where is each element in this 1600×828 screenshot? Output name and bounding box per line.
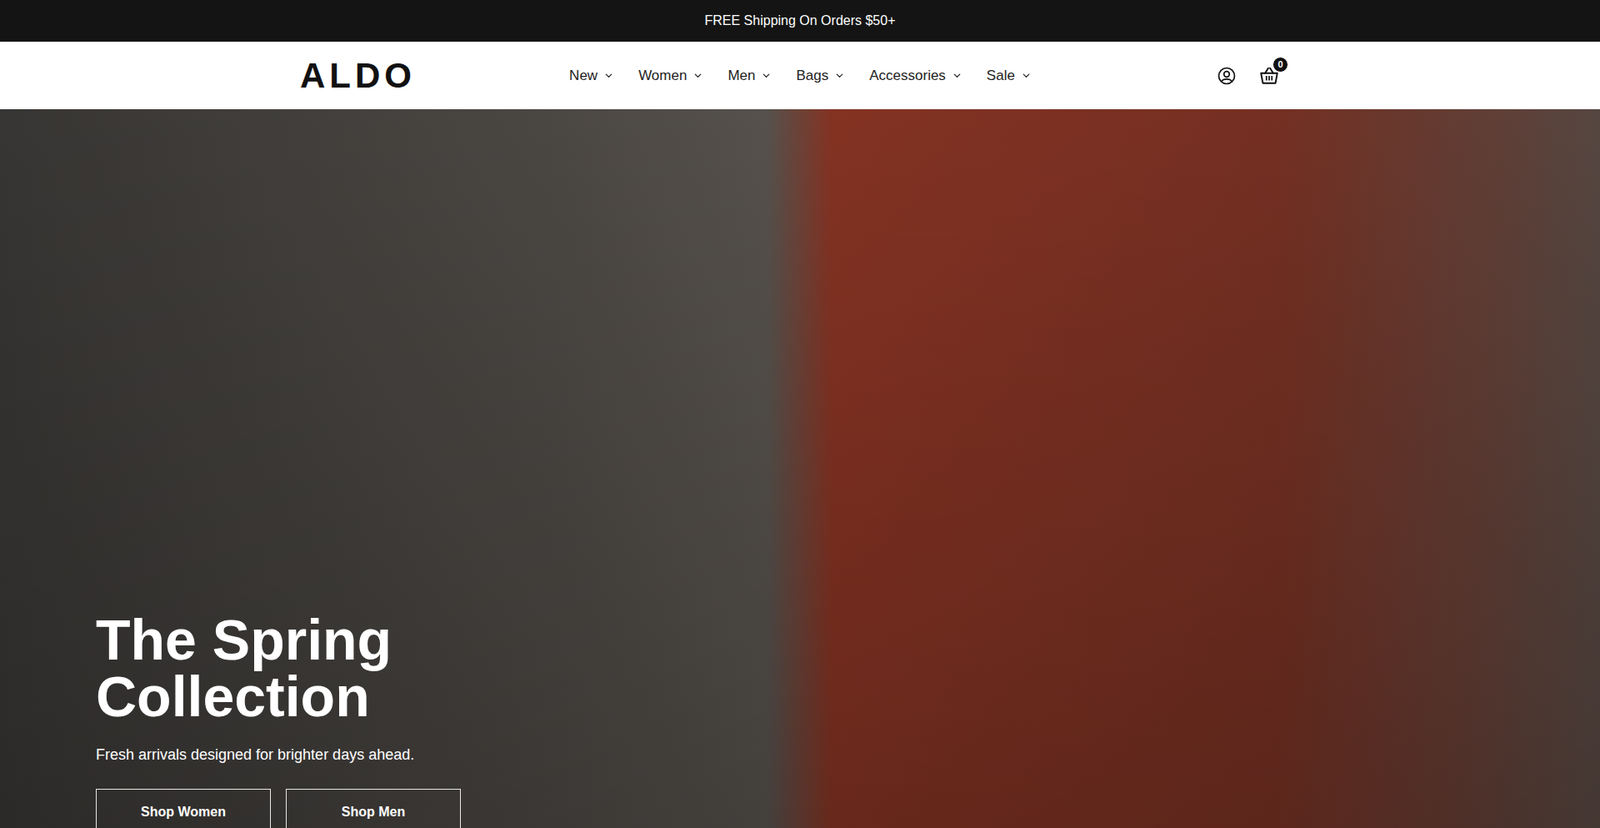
hero-buttons: Shop Women Shop Men — [95, 788, 1600, 828]
cart-button[interactable]: 0 — [1258, 65, 1280, 87]
account-icon[interactable] — [1216, 65, 1237, 86]
chevron-down-icon — [761, 70, 771, 80]
page: FREE Shipping On Orders $50+ ALDONew Women… — [0, 0, 1600, 828]
hero-banner: The Spring Collection Fresh arrivals desi… — [0, 109, 1600, 828]
chevron-down-icon — [952, 70, 962, 80]
nav-item[interactable]: Men — [727, 67, 771, 85]
nav-item[interactable]: Sale — [986, 67, 1031, 85]
nav-item[interactable]: Accessories — [869, 67, 962, 85]
site-header: ALDONew Women Men Bags Accessories Sale 0 — [0, 41, 1600, 110]
header-tools: 0 — [1030, 65, 1300, 87]
chevron-down-icon — [1021, 70, 1031, 80]
chevron-down-icon — [604, 70, 614, 80]
shop-button[interactable]: Shop Women — [95, 788, 271, 828]
nav-item[interactable]: Bags — [795, 67, 845, 85]
hero-subtitle: Fresh arrivals designed for brighter day… — [95, 745, 1600, 764]
logo[interactable]: ALDO — [300, 58, 570, 94]
chevron-down-icon — [835, 70, 845, 80]
hero-title: The Spring Collection — [95, 610, 446, 725]
hero-content: The Spring Collection Fresh arrivals desi… — [0, 109, 1600, 828]
main-nav: New Women Men Bags Accessories Sale — [569, 67, 1031, 85]
cart-count-badge: 0 — [1272, 56, 1289, 73]
nav-item[interactable]: Women — [638, 67, 703, 85]
announcement-text: FREE Shipping On Orders $50+ — [704, 13, 895, 29]
shop-button[interactable]: Shop Men — [285, 788, 461, 828]
chevron-down-icon — [693, 70, 703, 80]
nav-item[interactable]: New — [569, 67, 614, 85]
announcement-bar: FREE Shipping On Orders $50+ — [0, 0, 1600, 42]
